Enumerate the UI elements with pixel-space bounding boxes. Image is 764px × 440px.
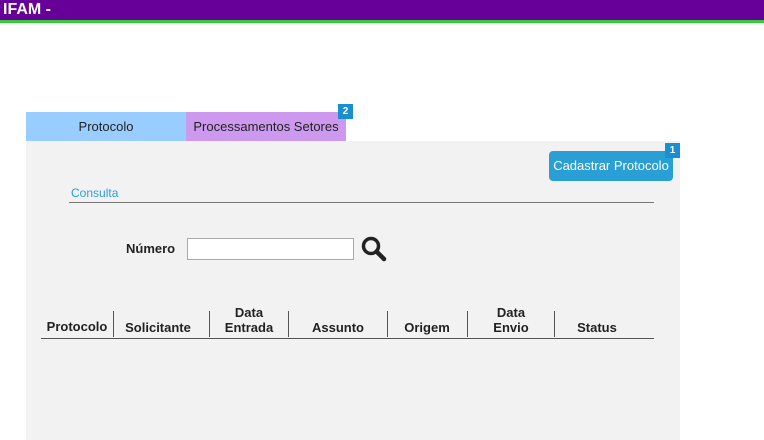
app-title: IFAM - [3, 1, 51, 18]
column-header-line1: Data [234, 305, 264, 320]
column-header-line1 [42, 304, 112, 319]
table-header-divider [41, 338, 654, 339]
tab-processamentos-setores[interactable]: Processamentos Setores [186, 112, 346, 141]
tab-protocolo[interactable]: Protocolo [26, 112, 186, 141]
column-header-line2: Envio [493, 320, 529, 335]
column-header-data-entrada[interactable]: Data Entrada [212, 305, 286, 335]
column-header-line1 [557, 305, 637, 320]
column-separator [113, 311, 114, 337]
app-header: IFAM - [0, 0, 764, 23]
column-separator [288, 311, 289, 337]
numero-label: Número [126, 241, 176, 256]
processamentos-count-badge: 2 [338, 104, 353, 119]
column-header-line2: Solicitante [125, 320, 191, 335]
column-header-line2: Entrada [224, 320, 274, 335]
column-header-line2: Assunto [312, 320, 364, 335]
search-icon[interactable] [361, 236, 387, 262]
column-header-line1: Data [496, 305, 526, 320]
cadastrar-protocolo-label: Cadastrar Protocolo [553, 158, 669, 173]
consulta-divider [69, 202, 654, 203]
tab-protocolo-label: Protocolo [78, 119, 134, 134]
content-panel [26, 141, 680, 440]
cadastrar-protocolo-button[interactable]: Cadastrar Protocolo [549, 151, 673, 181]
column-header-line2: Origem [404, 320, 450, 335]
tab-processamentos-setores-label: Processamentos Setores [193, 119, 339, 134]
column-separator [387, 311, 388, 337]
column-header-line1 [116, 305, 200, 320]
consulta-section-title: Consulta [71, 186, 119, 200]
numero-input[interactable] [187, 238, 354, 260]
column-separator [467, 311, 468, 337]
column-header-data-envio[interactable]: Data Envio [470, 305, 552, 335]
column-header-line1 [294, 305, 382, 320]
column-header-line1 [390, 305, 464, 320]
column-header-line2: Status [577, 320, 617, 335]
column-header-solicitante[interactable]: Solicitante [116, 305, 200, 335]
column-header-origem[interactable]: Origem [390, 305, 464, 335]
column-header-status[interactable]: Status [557, 305, 637, 335]
cadastrar-count-badge: 1 [665, 143, 680, 158]
column-header-line2: Protocolo [46, 319, 108, 334]
column-separator [209, 311, 210, 337]
column-header-assunto[interactable]: Assunto [294, 305, 382, 335]
column-header-protocolo[interactable]: Protocolo [42, 304, 112, 334]
column-separator [554, 311, 555, 337]
